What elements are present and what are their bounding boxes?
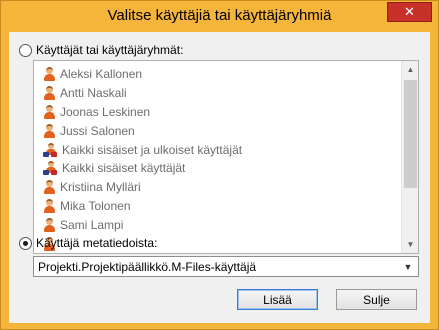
close-window-button[interactable]: ✕ [387, 2, 432, 22]
metadata-option[interactable]: Käyttäjä metatiedoista: [19, 236, 157, 250]
user-group-icon [43, 161, 57, 176]
list-item[interactable]: Mika Tolonen [34, 197, 402, 216]
list-item[interactable]: Aleksi Kallonen [34, 65, 402, 84]
metadata-select[interactable]: Projekti.Projektipäällikkö.M-Files-käytt… [33, 256, 419, 277]
users-option[interactable]: Käyttäjät tai käyttäjäryhmät: [19, 43, 183, 57]
scroll-thumb[interactable] [404, 80, 417, 188]
user-icon [43, 86, 55, 101]
user-listbox[interactable]: Aleksi Kallonen Antti Naskali Joonas Leski… [33, 60, 419, 254]
list-item-label: Jussi Salonen [60, 123, 135, 138]
user-icon [43, 217, 55, 232]
window-title: Valitse käyttäjiä tai käyttäjäryhmiä [107, 7, 332, 24]
list-item-label: Kaikki sisäiset käyttäjät [62, 161, 186, 176]
list-scrollbar[interactable]: ▲ ▼ [401, 61, 418, 253]
list-item-label: Joonas Leskinen [60, 104, 151, 119]
list-item-label: Aleksi Kallonen [60, 67, 143, 82]
list-item[interactable]: Kaikki sisäiset käyttäjät [34, 159, 402, 178]
list-item[interactable]: Sami Lampi [34, 215, 402, 234]
users-radio[interactable] [19, 43, 32, 57]
close-button[interactable]: Sulje [336, 289, 417, 310]
user-list: Aleksi Kallonen Antti Naskali Joonas Leski… [34, 65, 402, 253]
list-item[interactable]: Antti Naskali [34, 84, 402, 103]
dialog-window: Valitse käyttäjiä tai käyttäjäryhmiä ✕ K… [0, 0, 439, 330]
list-item-label: Sami Lampi [60, 217, 124, 232]
add-button[interactable]: Lisää [237, 289, 318, 310]
user-group-icon [43, 142, 57, 157]
list-item[interactable]: Kristiina Mylläri [34, 178, 402, 197]
dialog-content: Käyttäjät tai käyttäjäryhmät: Aleksi Kal… [9, 32, 430, 323]
user-icon [43, 123, 55, 138]
list-item[interactable]: Joonas Leskinen [34, 103, 402, 122]
list-item[interactable]: Kaikki sisäiset ja ulkoiset käyttäjät [34, 140, 402, 159]
users-radio-label: Käyttäjät tai käyttäjäryhmät: [36, 43, 184, 57]
list-item[interactable]: Jussi Salonen [34, 121, 402, 140]
user-icon [43, 198, 55, 213]
list-item-label: Kaikki sisäiset ja ulkoiset käyttäjät [62, 142, 243, 157]
metadata-radio-label: Käyttäjä metatiedoista: [36, 236, 158, 250]
chevron-down-icon[interactable]: ▼ [401, 259, 415, 274]
title-bar[interactable]: Valitse käyttäjiä tai käyttäjäryhmiä ✕ [1, 1, 438, 32]
user-icon [43, 180, 55, 195]
metadata-select-value: Projekti.Projektipäällikkö.M-Files-käytt… [38, 259, 257, 274]
scroll-down-icon[interactable]: ▼ [402, 236, 418, 253]
list-item-label: Kristiina Mylläri [60, 180, 141, 195]
user-icon [43, 67, 55, 82]
list-item-label: Mika Tolonen [60, 198, 131, 213]
list-item-label: Antti Naskali [60, 86, 127, 101]
user-icon [43, 104, 55, 119]
metadata-radio[interactable] [19, 236, 32, 250]
scroll-up-icon[interactable]: ▲ [402, 61, 418, 78]
